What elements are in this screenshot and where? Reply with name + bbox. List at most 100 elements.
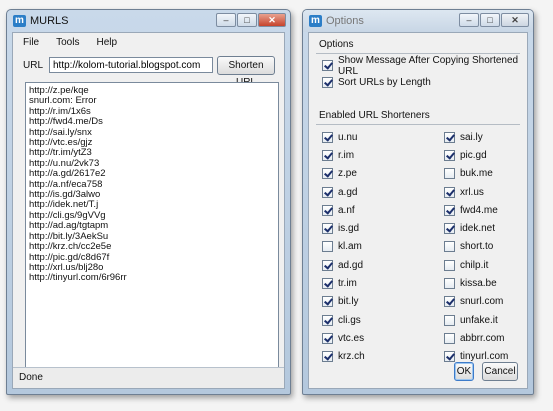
checkbox-label: short.to bbox=[460, 241, 494, 253]
checkbox-icon[interactable] bbox=[322, 204, 333, 216]
checkbox-icon[interactable] bbox=[444, 259, 455, 271]
checkbox-chilp-it[interactable]: chilp.it bbox=[444, 256, 524, 274]
checkbox-ad-gd[interactable]: ad.gd bbox=[322, 256, 444, 274]
checkbox-a-nf[interactable]: a.nf bbox=[322, 201, 444, 219]
options-logo-icon: m bbox=[309, 15, 322, 27]
checkbox-idek-net[interactable]: idek.net bbox=[444, 219, 524, 237]
main-client-area: File Tools Help URL Shorten URL http://z… bbox=[12, 32, 285, 389]
checkbox-icon[interactable] bbox=[444, 351, 455, 363]
options-group: Options Show Message After Copying Short… bbox=[316, 37, 520, 91]
checkbox-unfake-it[interactable]: unfake.it bbox=[444, 311, 524, 329]
checkbox-label: kissa.be bbox=[460, 278, 497, 290]
checkbox-label: u.nu bbox=[338, 131, 358, 143]
checkbox-icon[interactable] bbox=[322, 314, 333, 326]
checkbox-icon[interactable] bbox=[444, 241, 455, 253]
checkbox-icon[interactable] bbox=[444, 168, 455, 180]
results-list[interactable]: http://z.pe/kqe snurl.com: Error http://r.… bbox=[25, 82, 279, 368]
maximize-icon[interactable]: □ bbox=[480, 13, 500, 27]
url-input[interactable] bbox=[49, 57, 213, 73]
checkbox-icon[interactable] bbox=[322, 149, 333, 161]
checkbox-icon[interactable] bbox=[444, 131, 455, 143]
options-group-label: Options bbox=[319, 39, 354, 50]
checkbox-label: buk.me bbox=[460, 168, 493, 180]
checkbox-label: vtc.es bbox=[338, 332, 365, 344]
checkbox-z-pe[interactable]: z.pe bbox=[322, 165, 444, 183]
checkbox-fwd4-me[interactable]: fwd4.me bbox=[444, 201, 524, 219]
checkbox-label: Sort URLs by Length bbox=[338, 77, 431, 88]
checkbox-icon[interactable] bbox=[322, 77, 333, 88]
checkbox-icon[interactable] bbox=[322, 278, 333, 290]
checkbox-option-1[interactable]: Sort URLs by Length bbox=[316, 74, 520, 91]
checkbox-label: abbrr.com bbox=[460, 332, 505, 344]
checkbox-icon[interactable] bbox=[322, 168, 333, 180]
main-titlebar[interactable]: m MURLS – □ ✕ bbox=[7, 10, 290, 32]
checkbox-icon[interactable] bbox=[444, 278, 455, 290]
checkbox-buk-me[interactable]: buk.me bbox=[444, 165, 524, 183]
checkbox-label: Show Message After Copying Shortened URL bbox=[338, 54, 519, 77]
checkbox-label: is.gd bbox=[338, 223, 360, 235]
checkbox-pic-gd[interactable]: pic.gd bbox=[444, 146, 524, 164]
checkbox-icon[interactable] bbox=[322, 296, 333, 308]
checkbox-label: a.nf bbox=[338, 204, 355, 216]
menu-file[interactable]: File bbox=[23, 37, 39, 48]
checkbox-vtc-es[interactable]: vtc.es bbox=[322, 329, 444, 347]
shorteners-group: Enabled URL Shorteners u.nu sai.ly r.im pic… bbox=[316, 108, 520, 366]
checkbox-tr-im[interactable]: tr.im bbox=[322, 274, 444, 292]
menu-help[interactable]: Help bbox=[96, 37, 117, 48]
checkbox-label: xrl.us bbox=[460, 186, 484, 198]
checkbox-icon[interactable] bbox=[322, 241, 333, 253]
checkbox-label: kl.am bbox=[338, 241, 362, 253]
murls-main-window: m MURLS – □ ✕ File Tools Help URL Shorte… bbox=[6, 9, 291, 395]
options-window: m Options – □ ✕ Options Show Message Aft… bbox=[302, 9, 534, 395]
checkbox-bit-ly[interactable]: bit.ly bbox=[322, 293, 444, 311]
close-icon[interactable]: ✕ bbox=[258, 13, 286, 27]
checkbox-label: bit.ly bbox=[338, 296, 359, 308]
checkbox-r-im[interactable]: r.im bbox=[322, 146, 444, 164]
checkbox-kissa-be[interactable]: kissa.be bbox=[444, 274, 524, 292]
checkbox-xrl-us[interactable]: xrl.us bbox=[444, 183, 524, 201]
options-titlebar[interactable]: m Options – □ ✕ bbox=[303, 10, 533, 32]
checkbox-icon[interactable] bbox=[444, 296, 455, 308]
checkbox-label: ad.gd bbox=[338, 259, 364, 271]
shorten-url-button[interactable]: Shorten URL bbox=[217, 55, 275, 88]
checkbox-icon[interactable] bbox=[444, 223, 455, 235]
menubar: File Tools Help bbox=[13, 33, 284, 52]
checkbox-label: sai.ly bbox=[460, 131, 483, 143]
close-icon[interactable]: ✕ bbox=[501, 13, 529, 27]
checkbox-option-0[interactable]: Show Message After Copying Shortened URL bbox=[316, 54, 520, 77]
checkbox-sai-ly[interactable]: sai.ly bbox=[444, 128, 524, 146]
minimize-icon[interactable]: – bbox=[459, 13, 479, 27]
checkbox-icon[interactable] bbox=[322, 351, 333, 363]
ok-button[interactable]: OK bbox=[454, 362, 474, 381]
checkbox-cli-gs[interactable]: cli.gs bbox=[322, 311, 444, 329]
checkbox-icon[interactable] bbox=[444, 332, 455, 344]
checkbox-short-to[interactable]: short.to bbox=[444, 238, 524, 256]
checkbox-snurl-com[interactable]: snurl.com bbox=[444, 293, 524, 311]
result-line: http://krz.ch/cc2e5e bbox=[29, 241, 112, 253]
checkbox-abbrr-com[interactable]: abbrr.com bbox=[444, 329, 524, 347]
minimize-icon[interactable]: – bbox=[216, 13, 236, 27]
checkbox-a-gd[interactable]: a.gd bbox=[322, 183, 444, 201]
checkbox-kl-am[interactable]: kl.am bbox=[322, 238, 444, 256]
menu-tools[interactable]: Tools bbox=[56, 37, 79, 48]
checkbox-icon[interactable] bbox=[322, 223, 333, 235]
checkbox-icon[interactable] bbox=[444, 186, 455, 198]
checkbox-label: fwd4.me bbox=[460, 204, 498, 216]
checkbox-u-nu[interactable]: u.nu bbox=[322, 128, 444, 146]
maximize-icon[interactable]: □ bbox=[237, 13, 257, 27]
checkbox-krz-ch[interactable]: krz.ch bbox=[322, 348, 444, 366]
checkbox-icon[interactable] bbox=[444, 204, 455, 216]
checkbox-label: tr.im bbox=[338, 278, 357, 290]
checkbox-icon[interactable] bbox=[322, 259, 333, 271]
checkbox-icon[interactable] bbox=[444, 314, 455, 326]
checkbox-icon[interactable] bbox=[322, 131, 333, 143]
checkbox-label: cli.gs bbox=[338, 314, 361, 326]
status-text: Done bbox=[19, 372, 43, 383]
checkbox-is-gd[interactable]: is.gd bbox=[322, 219, 444, 237]
checkbox-icon[interactable] bbox=[322, 186, 333, 198]
checkbox-icon[interactable] bbox=[322, 332, 333, 344]
checkbox-icon[interactable] bbox=[444, 149, 455, 161]
checkbox-label: chilp.it bbox=[460, 259, 489, 271]
cancel-button[interactable]: Cancel bbox=[482, 362, 518, 381]
checkbox-icon[interactable] bbox=[322, 60, 333, 71]
